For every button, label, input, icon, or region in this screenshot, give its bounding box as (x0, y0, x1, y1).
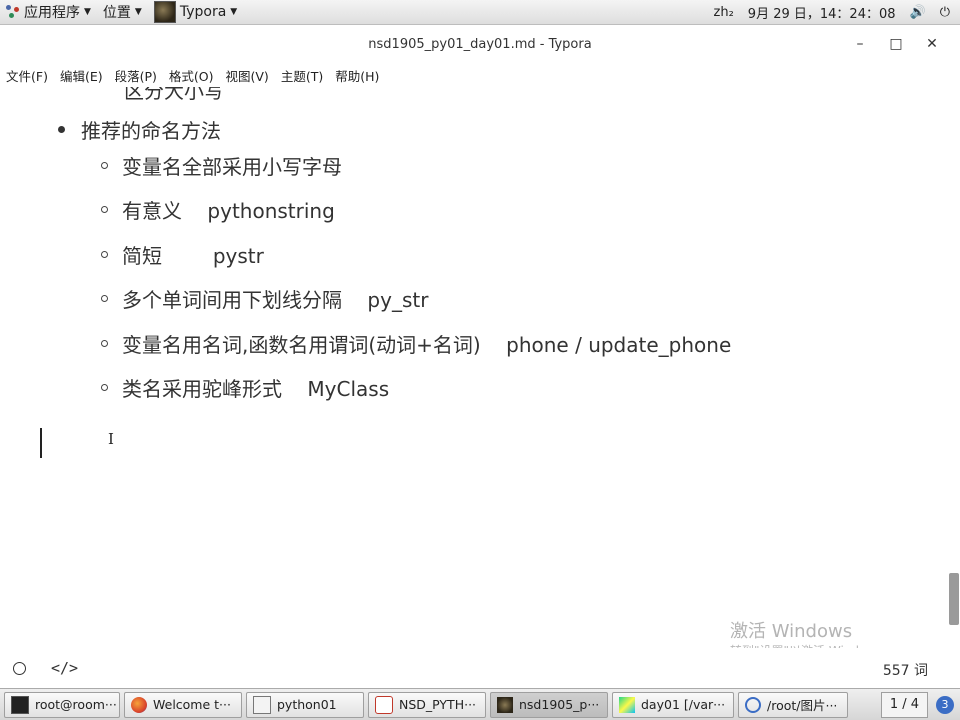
places-label: 位置 (102, 5, 131, 21)
places-menu[interactable]: 位置 ▼ (97, 0, 148, 25)
top-panel: 应用程序 ▼ 位置 ▼ Typora ▼ zh₂ 9月 29 日，14：24：0… (0, 0, 960, 25)
list-item: 变量名全部采用小写字母 (101, 143, 731, 188)
taskbar: root@room··· Welcome t··· python01 NSD_P… (0, 688, 960, 720)
ibeam-cursor-icon: I (108, 430, 114, 448)
window-titlebar[interactable]: nsd1905_py01_day01.md - Typora – □ ✕ (0, 25, 960, 63)
taskbar-item-terminal[interactable]: root@room··· (4, 691, 120, 718)
task-label: NSD_PYTH··· (399, 697, 477, 712)
bullet-icon (58, 126, 65, 133)
menu-help[interactable]: 帮助(H) (329, 66, 385, 85)
menu-paragraph[interactable]: 段落(P) (109, 66, 163, 85)
text-caret (40, 428, 42, 458)
menu-theme[interactable]: 主题(T) (275, 66, 329, 85)
chevron-down-icon: ▼ (134, 7, 142, 17)
clock[interactable]: 9月 29 日，14：24：08 (748, 3, 896, 22)
vertical-scrollbar[interactable] (948, 87, 960, 648)
sub-list: 变量名全部采用小写字母 有意义 pythonstring 简短 pystr 多个… (101, 143, 731, 410)
circle-bullet-icon (101, 161, 108, 169)
applications-label: 应用程序 (24, 5, 80, 21)
circle-bullet-icon (101, 384, 108, 392)
menu-view[interactable]: 视图(V) (220, 66, 275, 85)
task-label: python01 (277, 697, 337, 712)
list-item-text: 多个单词间用下划线分隔 py_str (122, 288, 429, 313)
image-viewer-icon (745, 696, 761, 713)
outline-toggle-icon[interactable] (13, 661, 26, 675)
list-item: 有意义 pythonstring (101, 188, 731, 233)
menu-bar: 文件(F) 编辑(E) 段落(P) 格式(O) 视图(V) 主题(T) 帮助(H… (0, 63, 960, 87)
list-item: 类名采用驼峰形式 MyClass (101, 366, 731, 411)
editor-area[interactable]: 区分大小写 推荐的命名方法 变量名全部采用小写字母 有意义 pythonstri… (0, 87, 948, 648)
word-count[interactable]: 557 词 (883, 660, 928, 680)
partial-list-item: 区分大小写 (124, 87, 224, 103)
applications-icon (6, 5, 20, 19)
taskbar-item-typora[interactable]: nsd1905_p··· (490, 691, 608, 718)
terminal-icon (11, 695, 29, 714)
taskbar-item-document[interactable]: NSD_PYTH··· (368, 691, 486, 718)
list-item-text: 变量名用名词,函数名用谓词(动词+名词) phone / update_phon… (122, 332, 732, 357)
list-item-text: 推荐的命名方法 (81, 119, 221, 143)
chevron-down-icon: ▼ (84, 7, 91, 17)
list-item: 多个单词间用下划线分隔 py_str (101, 277, 731, 322)
list-item: 推荐的命名方法 (58, 115, 221, 144)
task-label: day01 [/var··· (641, 697, 726, 712)
workspace-pager[interactable]: 1 / 4 (880, 691, 928, 718)
scrollbar-thumb[interactable] (949, 573, 959, 625)
notification-badge[interactable]: 3 (936, 695, 954, 714)
close-button[interactable]: ✕ (914, 36, 950, 52)
circle-bullet-icon (101, 339, 108, 347)
input-method-indicator[interactable]: zh₂ (714, 5, 734, 20)
maximize-button[interactable]: □ (878, 36, 914, 52)
document-icon (375, 695, 393, 714)
minimize-button[interactable]: – (842, 36, 878, 52)
chevron-down-icon: ▼ (230, 7, 238, 17)
window-title: nsd1905_py01_day01.md - Typora (368, 36, 592, 52)
status-bar: </> 557 词 (0, 648, 960, 688)
list-item: 简短 pystr (101, 232, 731, 277)
circle-bullet-icon (101, 250, 108, 258)
menu-format[interactable]: 格式(O) (163, 66, 220, 85)
typora-icon (497, 696, 513, 713)
list-item: 变量名用名词,函数名用谓词(动词+名词) phone / update_phon… (101, 321, 731, 366)
file-icon (253, 695, 271, 714)
circle-bullet-icon (101, 295, 108, 303)
source-code-mode-icon[interactable]: </> (51, 659, 78, 677)
list-item-text: 类名采用驼峰形式 MyClass (122, 377, 390, 402)
typora-icon (153, 1, 176, 23)
menu-edit[interactable]: 编辑(E) (54, 66, 109, 85)
taskbar-item-pycharm[interactable]: day01 [/var··· (612, 691, 734, 718)
activation-watermark-title: 激活 Windows (730, 621, 853, 642)
power-icon[interactable]: ⏻ (940, 5, 950, 20)
task-label: root@room··· (35, 697, 117, 712)
task-label: /root/图片··· (767, 698, 838, 713)
task-label: Welcome t··· (153, 697, 231, 712)
applications-menu[interactable]: 应用程序 ▼ (0, 0, 97, 25)
task-label: nsd1905_p··· (519, 697, 600, 712)
taskbar-item-firefox[interactable]: Welcome t··· (124, 691, 242, 718)
firefox-icon (131, 696, 147, 713)
pycharm-icon (619, 696, 635, 713)
active-app-menu[interactable]: Typora ▼ (148, 0, 243, 25)
circle-bullet-icon (101, 206, 108, 214)
list-item-text: 变量名全部采用小写字母 (122, 154, 342, 179)
taskbar-item-image-viewer[interactable]: /root/图片··· (738, 691, 848, 718)
list-item-text: 简短 pystr (122, 243, 264, 268)
menu-file[interactable]: 文件(F) (0, 66, 54, 85)
speaker-icon[interactable]: 🔊 (910, 5, 926, 20)
active-app-label: Typora (179, 4, 227, 20)
list-item-text: 有意义 pythonstring (122, 199, 335, 224)
taskbar-item-python01[interactable]: python01 (246, 691, 364, 718)
